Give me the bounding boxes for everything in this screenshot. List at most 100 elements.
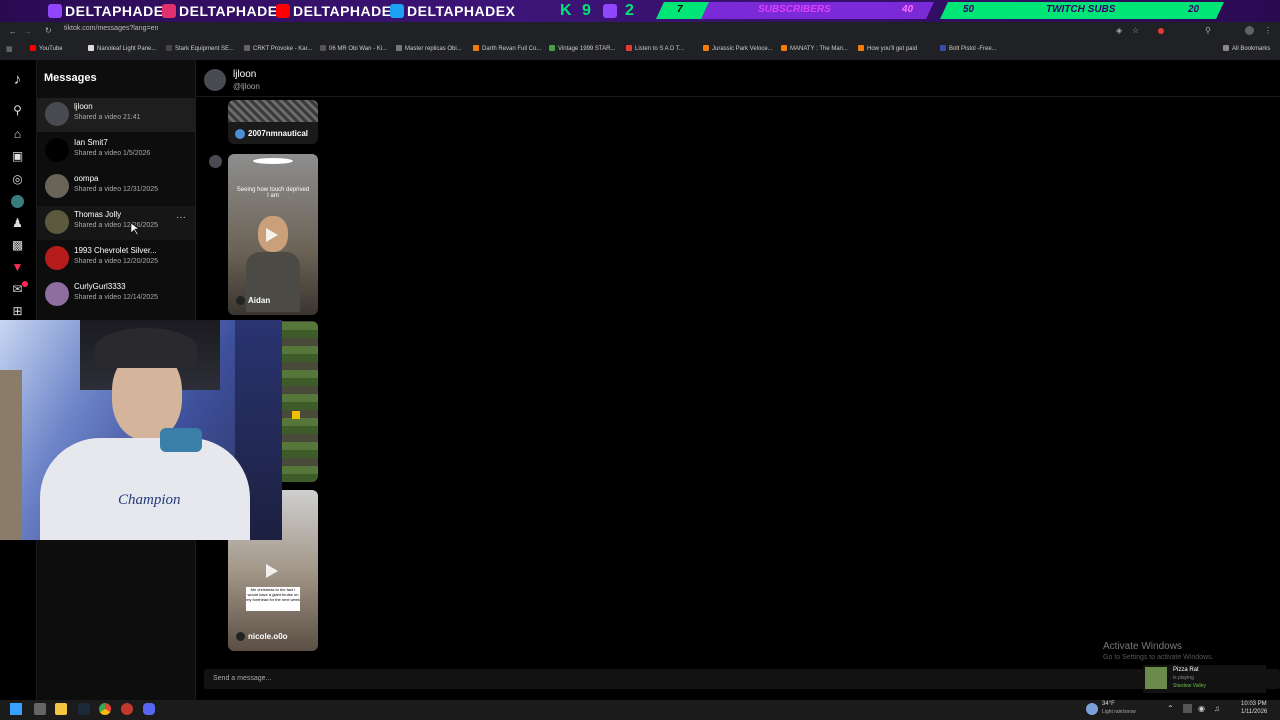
shelf [0, 370, 22, 540]
windows-start-icon[interactable] [10, 703, 22, 715]
all-bookmarks[interactable]: All Bookmarks [1223, 45, 1270, 52]
star-icon[interactable]: ☆ [1132, 26, 1139, 35]
handle-text: DELTAPHADEX [407, 3, 516, 19]
handle-text: DELTAPHADE [179, 3, 278, 19]
following-avatar-icon[interactable] [11, 195, 24, 208]
bookmark-item[interactable]: CRKT Provoke - Kar... [244, 45, 312, 52]
bookmark-item[interactable]: Darth Revan Full Co... [473, 45, 541, 52]
friends-icon[interactable]: ♟ [11, 217, 24, 230]
discord-icon[interactable] [143, 703, 155, 715]
bookmark-item[interactable]: Jurassic Park Veloce... [703, 45, 773, 52]
player-status: is playing [1173, 675, 1194, 681]
conversation-item[interactable]: oompa Shared a video 12/31/2025 [37, 170, 195, 204]
clock-date[interactable]: 1/11/2026 [1241, 709, 1267, 715]
twitter-icon [390, 4, 404, 18]
sweatshirt [40, 438, 250, 540]
shop-icon[interactable]: ▣ [11, 150, 24, 163]
goal-label: TWITCH SUBS [1046, 4, 1116, 15]
upload-icon[interactable]: ▼ [11, 261, 24, 274]
weather-icon[interactable] [1086, 703, 1098, 715]
now-playing-toast[interactable]: Pizza Rat is playing Stardew Valley [1143, 665, 1266, 693]
goal-target: 20 [1188, 4, 1200, 15]
handle-text: DELTAPHADE [293, 3, 392, 19]
chrome-icon[interactable] [99, 703, 111, 715]
shared-video-card[interactable]: Seeing how touch deprived I am Aidan [228, 154, 318, 315]
clock-time[interactable]: 10:03 PM [1241, 701, 1267, 707]
chat-header: ljloon @ljloon [196, 60, 1280, 97]
home-icon[interactable]: ⌂ [11, 128, 24, 141]
author-avatar [236, 296, 245, 305]
goal-current: 7 [677, 4, 683, 15]
add-icon[interactable]: ⊞ [11, 305, 24, 318]
conversation-name: oompa [74, 174, 99, 183]
bookmark-item[interactable]: Bolt Pistol -Free... [940, 45, 997, 52]
chat-name[interactable]: ljloon [233, 69, 256, 80]
ceiling-light [253, 158, 293, 164]
twitch-icon [48, 4, 62, 18]
back-icon[interactable]: ← [9, 27, 17, 36]
handle-text: DELTAPHADE [65, 3, 164, 19]
avatar [45, 246, 69, 270]
weather-desc: Light rain/snow [1102, 709, 1136, 715]
conversation-item[interactable]: Thomas Jolly Shared a video 12/26/2025 ·… [37, 206, 195, 240]
shared-video-card[interactable]: 2007nmnautical [228, 100, 318, 144]
conversation-item[interactable]: Ian Smit7 Shared a video 1/5/2026 [37, 134, 195, 168]
task-view-icon[interactable] [34, 703, 46, 715]
tiktok-logo-icon[interactable]: ♪ [11, 72, 24, 87]
avatar [45, 138, 69, 162]
bookmark-item[interactable]: Vintage 1999 STAR... [549, 45, 615, 52]
explore-icon[interactable]: ◎ [11, 173, 24, 186]
reload-icon[interactable]: ↻ [45, 26, 52, 35]
file-explorer-icon[interactable] [55, 703, 67, 715]
bookmark-item[interactable]: Nanoleaf Light Pane... [88, 45, 156, 52]
conversation-item[interactable]: ljloon Shared a video 21:41 [37, 98, 195, 132]
conversation-name: ljloon [74, 102, 93, 111]
bookmark-item[interactable]: 06 MR Obi Wan - Ki... [320, 45, 387, 52]
conversation-item[interactable]: CurlyGurl3333 Shared a video 12/14/2025 [37, 278, 195, 312]
twitch-handle: DELTAPHADE [48, 3, 164, 19]
steam-icon[interactable] [78, 703, 90, 715]
profile-avatar[interactable] [1245, 26, 1254, 35]
menu-icon[interactable]: ⋮ [1264, 26, 1272, 35]
avatar [45, 282, 69, 306]
inhaler [160, 428, 202, 452]
play-icon[interactable] [266, 228, 278, 242]
bookmark-item[interactable]: Stark Equipment SE... [166, 45, 234, 52]
extensions-icon[interactable]: ◈ [1116, 26, 1122, 35]
live-icon[interactable]: ▩ [11, 239, 24, 252]
bookmark-item[interactable]: Listen to S A D T... [626, 45, 684, 52]
bookmark-item[interactable]: MANATY : The Man... [781, 45, 848, 52]
avatar [45, 102, 69, 126]
avatar [45, 174, 69, 198]
tray-app-icon[interactable] [1183, 704, 1192, 713]
chat-avatar[interactable] [204, 69, 226, 91]
webcam-overlay: Champion [0, 320, 282, 540]
address-bar[interactable]: tiktok.com/messages?lang=en [64, 25, 1104, 38]
tray-chevron-icon[interactable]: ⌃ [1167, 704, 1174, 713]
bookmark-item[interactable]: Master replicas Obi... [396, 45, 462, 52]
volume-icon[interactable]: ♫ [1214, 704, 1220, 713]
network-icon[interactable]: ◉ [1198, 704, 1205, 713]
input-placeholder: Send a message... [213, 675, 272, 682]
forward-icon[interactable]: → [24, 27, 32, 36]
search-icon[interactable]: ⚲ [11, 104, 24, 117]
author-avatar [236, 632, 245, 641]
search-icon[interactable]: ⚲ [1205, 26, 1211, 35]
apps-icon[interactable]: ▦ [6, 45, 13, 53]
more-options-icon[interactable]: ··· [176, 212, 186, 223]
conversation-item[interactable]: 1993 Chevrolet Silver... Shared a video … [37, 242, 195, 276]
goal-current: 50 [963, 4, 975, 15]
mouse-cursor-icon [131, 223, 140, 235]
game-name: Stardew Valley [1173, 683, 1206, 689]
conversation-name: Ian Smit7 [74, 138, 108, 147]
youtube-handle: DELTAPHADE [276, 3, 392, 19]
cap [95, 328, 197, 368]
obs-icon[interactable] [121, 703, 133, 715]
message-input[interactable]: Send a message... [204, 669, 1280, 689]
bookmark-item[interactable]: YouTube [30, 45, 63, 52]
record-icon[interactable] [1158, 28, 1164, 34]
play-icon[interactable] [266, 564, 278, 578]
bookmark-item[interactable]: How you'll get paid [858, 45, 917, 52]
activate-windows-title: Activate Windows [1103, 641, 1182, 652]
player-name: Pizza Rat [1173, 667, 1199, 673]
